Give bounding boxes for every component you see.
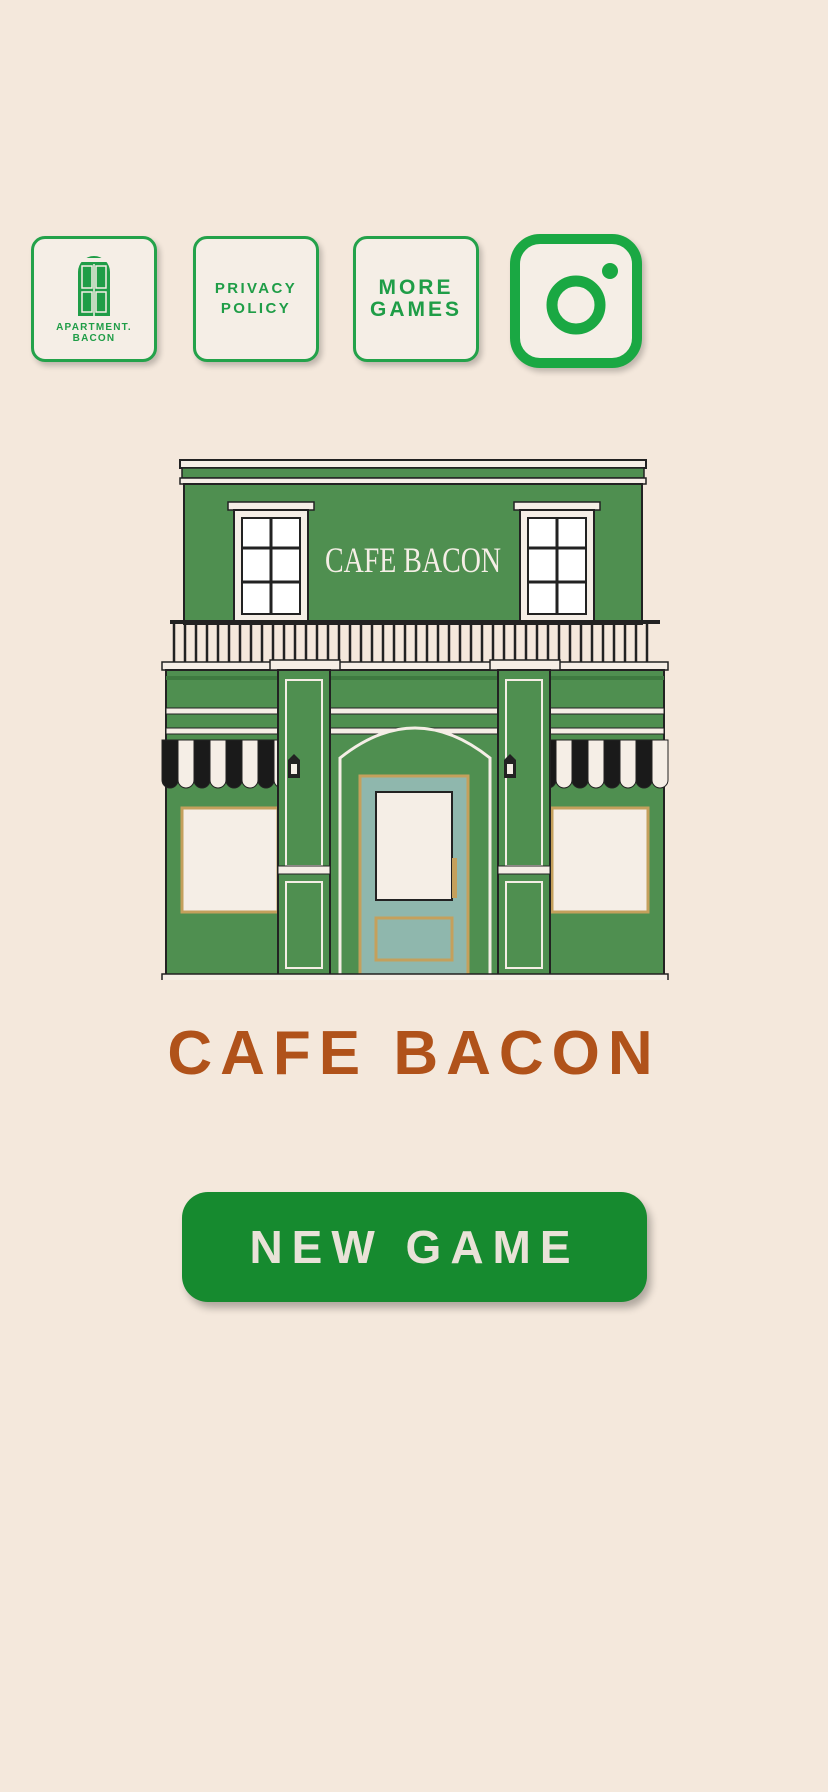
apartment-label-line2: BACON	[72, 333, 116, 344]
more-games-button[interactable]: MORE GAMES	[353, 236, 479, 362]
more-label-line2: GAMES	[369, 298, 462, 321]
left-awning	[161, 739, 291, 789]
privacy-label-line2: POLICY	[220, 300, 292, 317]
apartment-bacon-button[interactable]: APARTMENT. BACON	[31, 236, 157, 362]
instagram-button[interactable]	[510, 234, 642, 368]
cafe-building-illustration: CAFE BACON	[161, 459, 669, 980]
more-label-line1: MORE	[378, 276, 454, 299]
game-title: CAFE BACON	[167, 1019, 661, 1088]
door-icon	[78, 256, 110, 316]
cafe-sign-text: CAFE BACON	[325, 540, 501, 580]
new-game-button[interactable]: NEW GAME	[182, 1192, 647, 1302]
right-awning	[539, 739, 669, 789]
instagram-icon	[546, 263, 618, 335]
apartment-label-line1: APARTMENT.	[56, 322, 132, 333]
privacy-label-line1: PRIVACY	[214, 280, 298, 297]
privacy-policy-button[interactable]: PRIVACY POLICY	[193, 236, 319, 362]
